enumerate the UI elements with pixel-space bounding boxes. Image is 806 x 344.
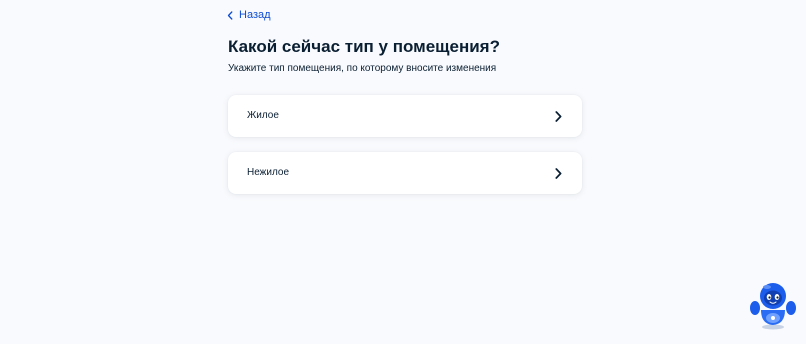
back-link-label: Назад: [239, 9, 271, 21]
robot-assistant-icon: [749, 280, 797, 330]
chevron-right-icon: [555, 167, 562, 179]
assistant-robot-button[interactable]: [749, 280, 797, 330]
option-label: Жилое: [247, 110, 279, 121]
chevron-left-icon: [227, 10, 233, 20]
page-subtitle: Укажите тип помещения, по которому вноси…: [228, 63, 497, 74]
page-title: Какой сейчас тип у помещения?: [228, 37, 500, 56]
option-label: Нежилое: [247, 167, 290, 178]
back-link[interactable]: Назад: [227, 8, 271, 22]
option-non-residential[interactable]: Нежилое: [228, 152, 582, 194]
option-residential[interactable]: Жилое: [228, 95, 582, 137]
chevron-right-icon: [555, 110, 562, 122]
